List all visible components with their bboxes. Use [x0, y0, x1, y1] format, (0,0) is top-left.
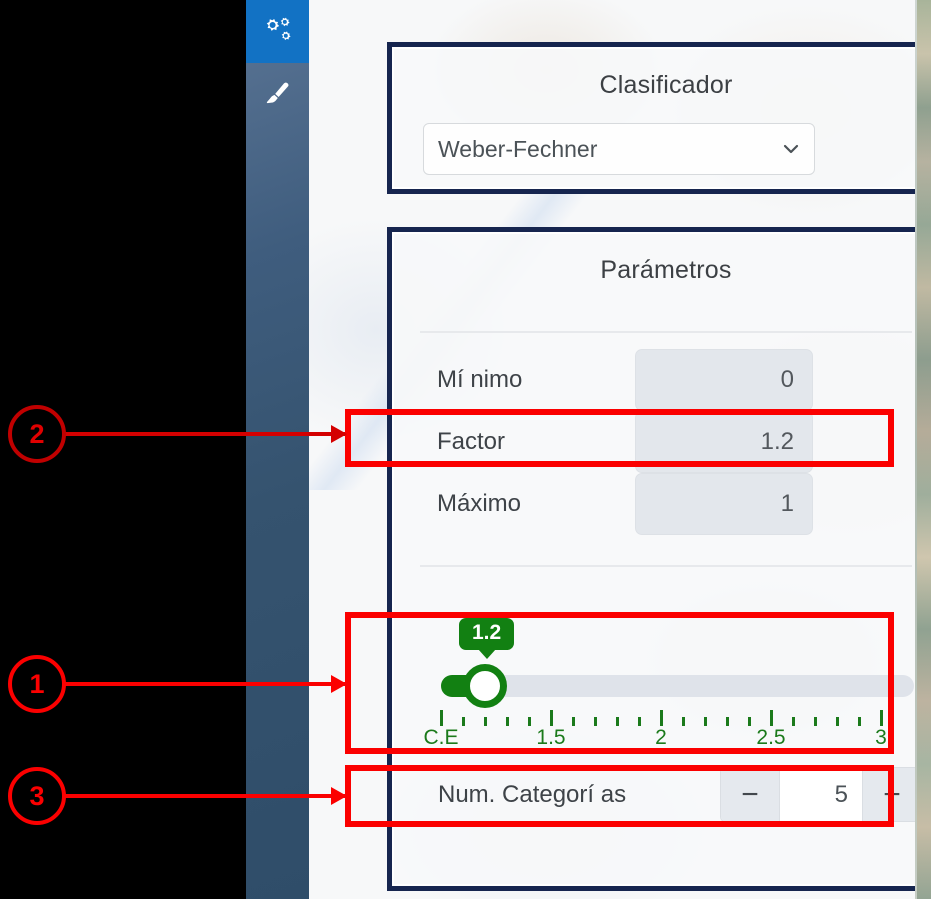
- num-categorias-stepper: − 5 +: [720, 767, 915, 822]
- slider-tick-minor: [681, 717, 685, 726]
- slider-tick-minor: [637, 717, 641, 726]
- slider-tick-minor: [461, 717, 465, 726]
- slider-tick-major: [549, 710, 553, 726]
- sidebar-icon-rail: [246, 0, 309, 899]
- parametro-row-factor: Factor 1.2: [420, 411, 915, 473]
- num-categorias-label: Num. Categorí as: [438, 780, 627, 808]
- minimo-label: Mí nimo: [437, 366, 523, 393]
- parametro-row-minimo: Mí nimo 0: [420, 349, 915, 411]
- increment-button[interactable]: +: [862, 768, 915, 821]
- sidebar-item-style[interactable]: [246, 63, 309, 126]
- slider-tick-minor: [505, 717, 509, 726]
- slider-tick-minor: [813, 717, 817, 726]
- chevron-down-icon: [782, 140, 800, 158]
- application-window: Clasificador Weber-Fechner Parámetros Mí…: [246, 0, 915, 899]
- factor-label: Factor: [437, 428, 506, 455]
- clasificador-select-wrapper: Weber-Fechner: [423, 123, 815, 175]
- paintbrush-icon: [263, 80, 293, 110]
- parametros-card: Parámetros Mí nimo 0 Factor 1.2 Máximo 1: [387, 227, 915, 891]
- panel-body: Clasificador Weber-Fechner Parámetros Mí…: [309, 0, 915, 899]
- slider-tick-rail: [439, 710, 914, 726]
- clasificador-title: Clasificador: [599, 71, 733, 99]
- slider-tick-minor: [857, 717, 861, 726]
- slider-tick-label: 2.5: [756, 726, 786, 749]
- parametro-row-maximo: Máximo 1: [420, 473, 915, 535]
- slider-tick-major: [879, 710, 883, 726]
- annotation-arrow-3: [64, 794, 345, 798]
- clasificador-select[interactable]: Weber-Fechner: [423, 123, 815, 175]
- slider-track[interactable]: [441, 664, 914, 708]
- slider-tick-major: [439, 710, 443, 726]
- annotation-callout-1: 1: [8, 655, 66, 713]
- slider-tick-labels: C.E 1.5 2 2.5 3: [423, 726, 914, 752]
- slider-tick-label: 3: [875, 726, 887, 749]
- annotation-callout-3: 3: [8, 767, 66, 825]
- screenshot-root: Clasificador Weber-Fechner Parámetros Mí…: [0, 0, 931, 899]
- num-categorias-row: Num. Categorí as − 5 +: [410, 766, 915, 823]
- maximo-label: Máximo: [437, 490, 522, 517]
- factor-slider-block: 1.2 C.E 1.5 2 2.5 3: [404, 618, 915, 750]
- factor-field[interactable]: 1.2: [635, 411, 813, 473]
- slider-tick-label: 2: [655, 726, 667, 749]
- annotation-arrow-2: [64, 432, 345, 436]
- slider-tick-minor: [835, 717, 839, 726]
- divider-top: [420, 331, 912, 333]
- slider-tick-minor: [725, 717, 729, 726]
- slider-value-tooltip: 1.2: [459, 618, 515, 651]
- parametros-title: Parámetros: [600, 256, 732, 284]
- slider-tick-minor: [747, 717, 751, 726]
- slider-tick-label: C.E: [423, 726, 459, 749]
- slider-tick-minor: [483, 717, 487, 726]
- slider-tick-major: [659, 710, 663, 726]
- annotation-arrow-1: [64, 682, 345, 686]
- maximo-field[interactable]: 1: [635, 473, 813, 535]
- slider-tick-minor: [571, 717, 575, 726]
- slider-thumb[interactable]: [463, 664, 507, 708]
- decrement-button[interactable]: −: [721, 768, 780, 821]
- num-categorias-value[interactable]: 5: [780, 768, 862, 821]
- minimo-field[interactable]: 0: [635, 349, 813, 411]
- slider-tick-minor: [593, 717, 597, 726]
- slider-tick-minor: [615, 717, 619, 726]
- slider-tick-label: 1.5: [536, 726, 566, 749]
- slider-tick-minor: [703, 717, 707, 726]
- clasificador-card: Clasificador Weber-Fechner: [387, 42, 915, 194]
- sidebar-item-settings[interactable]: [246, 0, 309, 63]
- divider-bottom: [420, 565, 912, 567]
- cogs-icon: [261, 17, 295, 47]
- slider-tick-minor: [791, 717, 795, 726]
- slider-tick-minor: [527, 717, 531, 726]
- annotation-callout-2: 2: [8, 405, 66, 463]
- map-background-right: [913, 0, 931, 899]
- slider-tick-major: [769, 710, 773, 726]
- clasificador-select-value: Weber-Fechner: [438, 135, 598, 162]
